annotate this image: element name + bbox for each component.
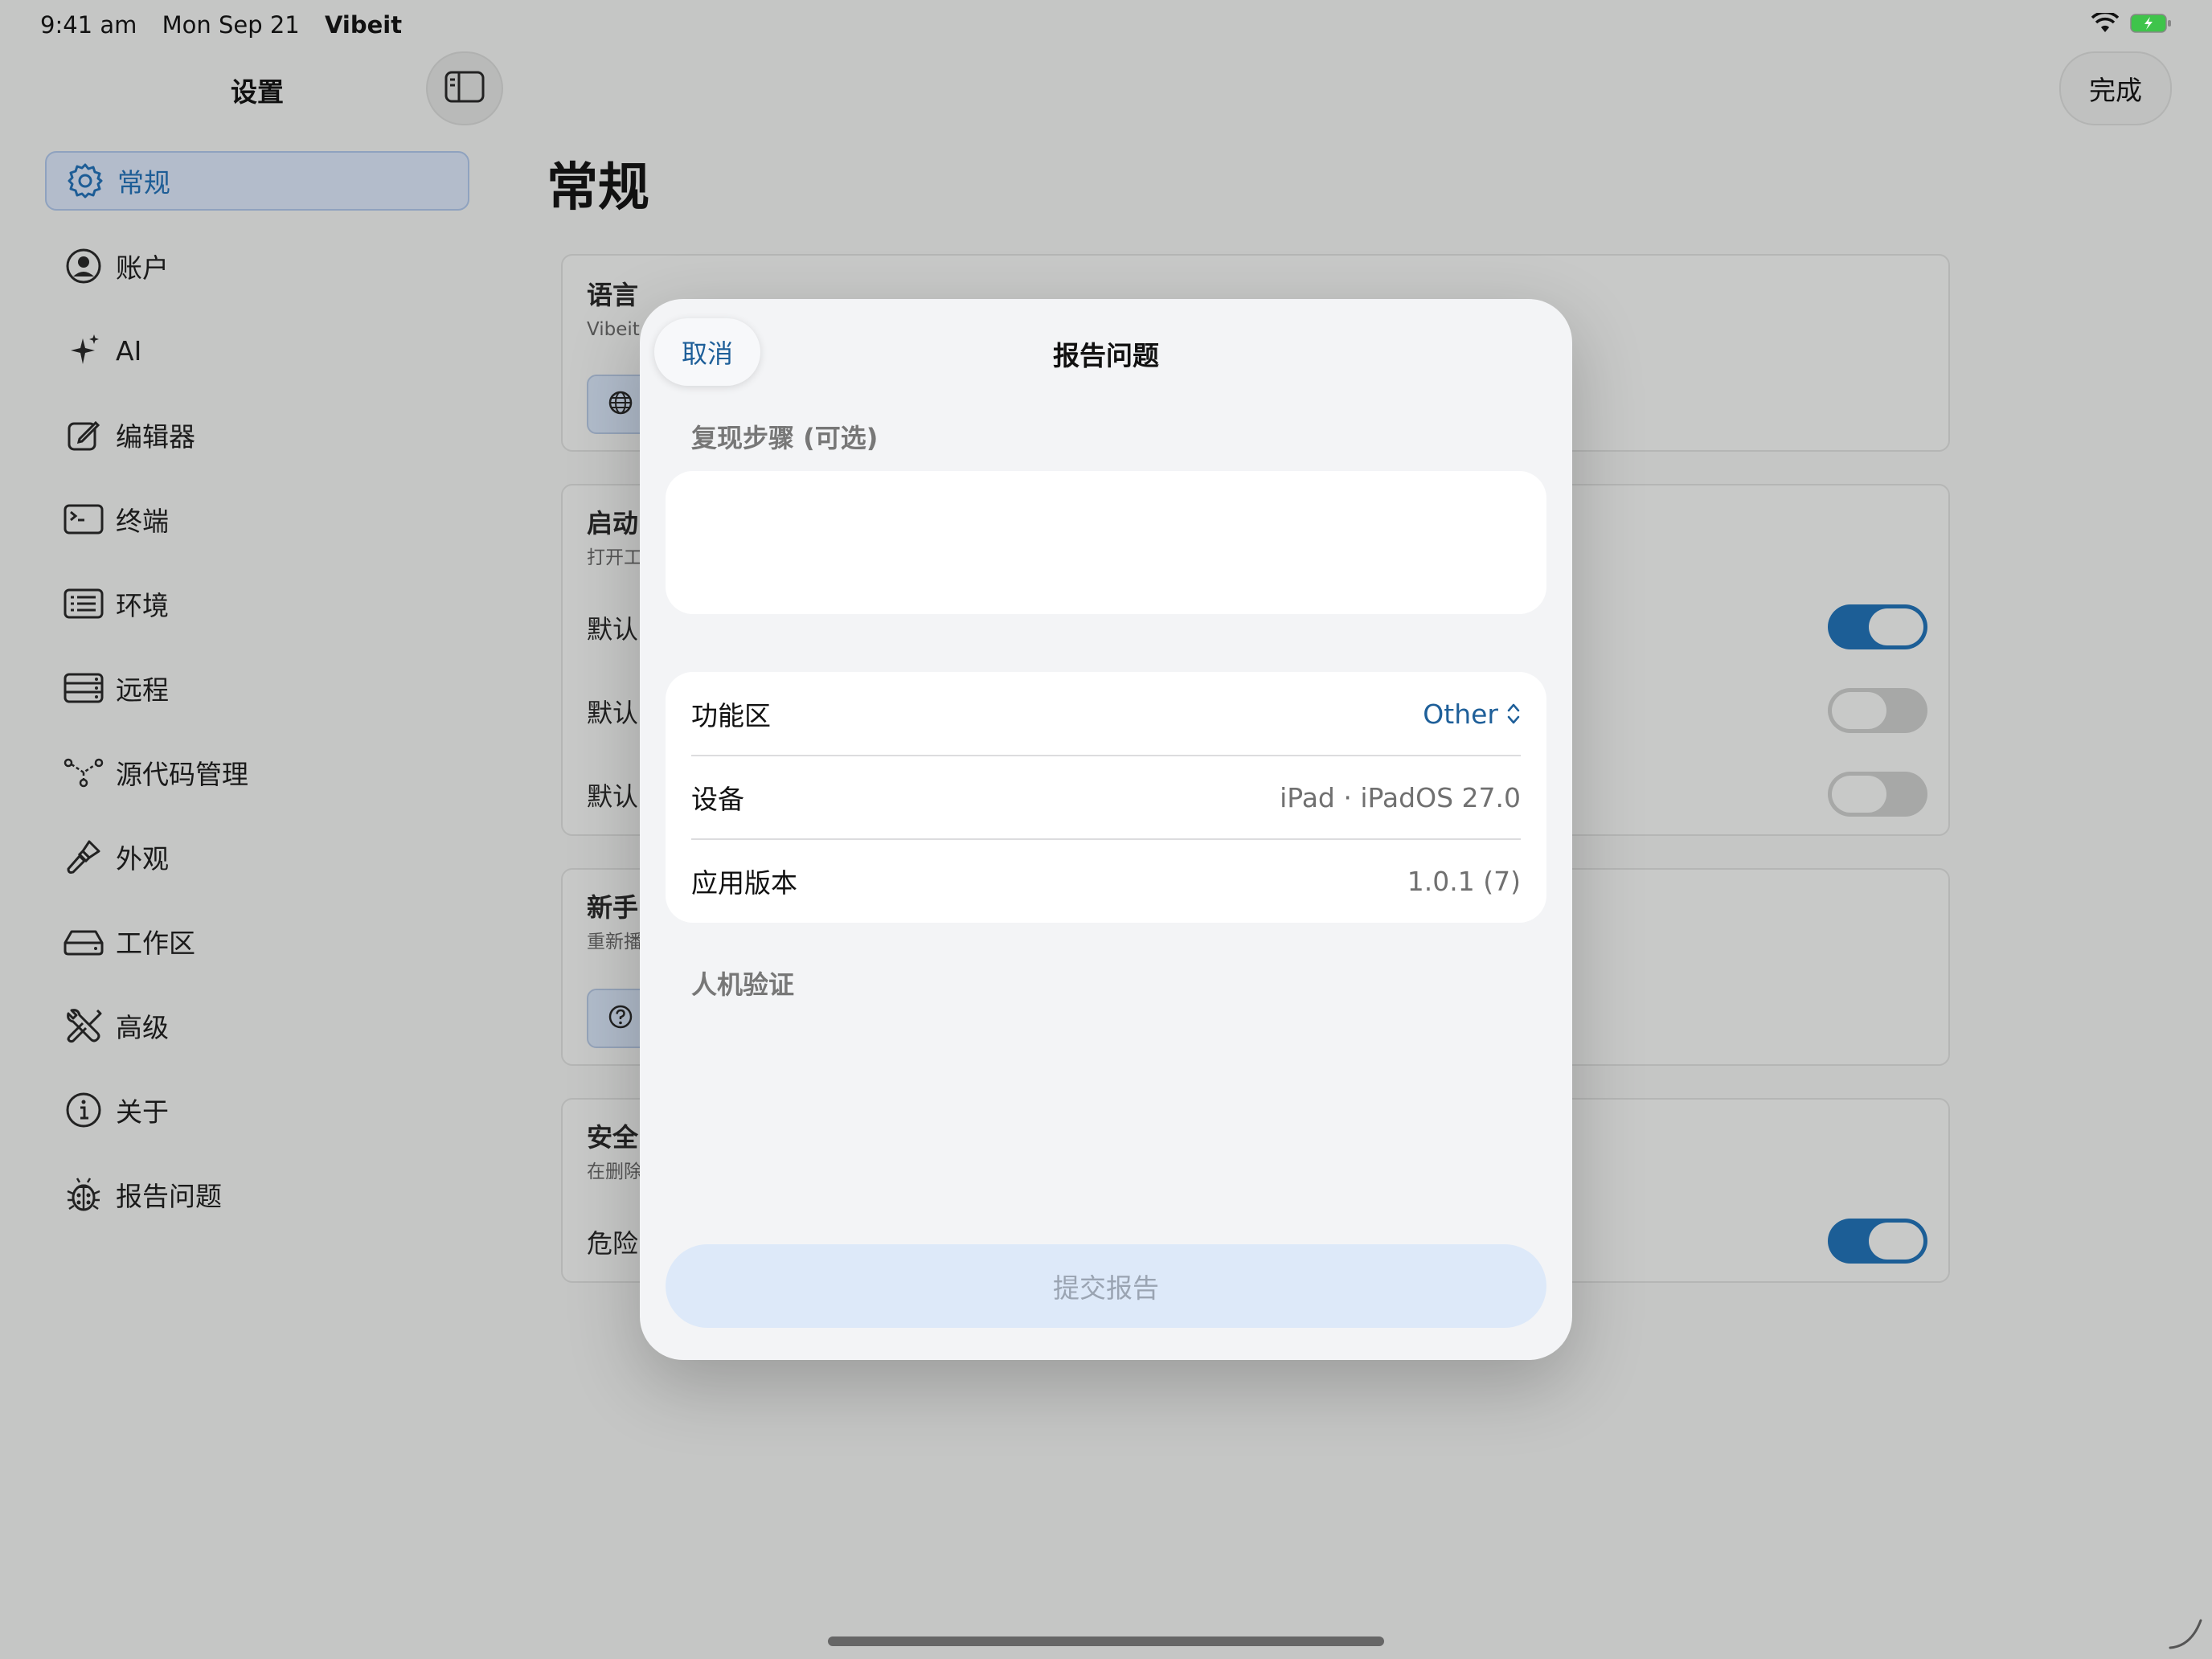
- sidebar-item-editor[interactable]: 编辑器: [45, 406, 469, 464]
- card-heading: 安全: [587, 1122, 639, 1153]
- sidebar-item-about[interactable]: 关于: [45, 1081, 469, 1139]
- feature-area-picker[interactable]: Other: [1423, 698, 1521, 730]
- sidebar-item-label: 账户: [116, 252, 169, 284]
- device-info-group: 功能区 Other 设备 iPad · iPadOS 27.0 应用版本 1.0…: [666, 672, 1546, 923]
- sidebar-item-label: 工作区: [116, 928, 195, 959]
- gear-icon: [63, 158, 108, 203]
- card-heading: 新手: [587, 892, 639, 923]
- report-issue-sheet: 取消 报告问题 复现步骤 (可选) 功能区 Other 设备 iPad · iP…: [640, 299, 1572, 1360]
- row-value: iPad · iPadOS 27.0: [1280, 781, 1521, 813]
- row-key: 应用版本: [691, 867, 797, 899]
- setting-row-label: 默认: [587, 698, 639, 728]
- setting-row-label: 危险: [587, 1228, 639, 1259]
- sidebar-title: 设置: [231, 76, 284, 108]
- toggle-switch[interactable]: [1828, 688, 1927, 733]
- feature-area-row[interactable]: 功能区 Other: [691, 672, 1521, 756]
- person-circle-icon: [61, 244, 106, 289]
- toggle-knob: [1869, 608, 1923, 645]
- steps-section-label: 复现步骤 (可选): [691, 423, 879, 453]
- sidebar-item-workspace[interactable]: 工作区: [45, 912, 469, 970]
- sidebar-item-environment[interactable]: 环境: [45, 575, 469, 633]
- setting-row-label: 默认: [587, 614, 639, 645]
- device-row: 设备 iPad · iPadOS 27.0: [691, 756, 1521, 839]
- status-indicators: [2091, 10, 2172, 37]
- status-time: 9:41 am: [40, 11, 137, 39]
- done-button[interactable]: 完成: [2059, 51, 2172, 125]
- steps-text-field[interactable]: [666, 471, 1546, 614]
- row-key: 功能区: [691, 700, 771, 731]
- app-version-row: 应用版本 1.0.1 (7): [691, 839, 1521, 923]
- sidebar-nav: 常规 账户 AI 编辑器 终端 环境 远程 源代码管理 外观 工作区 高级 关于…: [45, 151, 469, 1250]
- setting-row-label: 默认: [587, 781, 639, 812]
- toggle-knob: [1832, 692, 1886, 729]
- toggle-sidebar-button[interactable]: [426, 51, 503, 125]
- battery-icon: [2130, 13, 2172, 37]
- question-circle-icon: [608, 1004, 633, 1033]
- sidebar-item-advanced[interactable]: 高级: [45, 997, 469, 1055]
- sidebar-item-label: 高级: [116, 1012, 169, 1043]
- ladybug-icon: [61, 1172, 106, 1217]
- card-subtitle: 重新播: [587, 932, 642, 952]
- card-subtitle: 在删除: [587, 1161, 642, 1182]
- resize-corner-icon: [2167, 1617, 2204, 1653]
- sidebar-item-label: 环境: [116, 590, 169, 621]
- sheet-title: 报告问题: [1053, 340, 1159, 371]
- paintbrush-icon: [61, 834, 106, 879]
- row-key: 设备: [691, 784, 744, 815]
- card-subtitle: 打开工: [587, 547, 642, 568]
- toggle-switch[interactable]: [1828, 604, 1927, 649]
- status-bar: 9:41 am Mon Sep 21 Vibeit: [40, 11, 420, 39]
- card-heading: 语言: [587, 280, 639, 310]
- wifi-icon: [2091, 10, 2120, 37]
- sidebar-item-source-control[interactable]: 源代码管理: [45, 743, 469, 801]
- sparkles-icon: [61, 328, 106, 373]
- terminal-icon: [61, 497, 106, 542]
- globe-icon: [608, 390, 633, 419]
- sidebar-item-label: AI: [116, 334, 142, 367]
- home-indicator: [828, 1636, 1384, 1646]
- toggle-switch[interactable]: [1828, 772, 1927, 817]
- captcha-section-label: 人机验证: [691, 969, 795, 1000]
- info-circle-icon: [61, 1088, 106, 1133]
- sidebar-item-remote[interactable]: 远程: [45, 659, 469, 717]
- square-pencil-icon: [61, 412, 106, 457]
- branch-icon: [61, 750, 106, 795]
- sidebar-item-label: 源代码管理: [116, 759, 248, 790]
- chevron-up-down-icon: [1506, 702, 1521, 726]
- status-date: Mon Sep 21: [162, 11, 300, 39]
- list-icon: [61, 581, 106, 626]
- sidebar-item-terminal[interactable]: 终端: [45, 490, 469, 548]
- sidebar-item-account[interactable]: 账户: [45, 237, 469, 295]
- sidebar-item-label: 常规: [117, 167, 170, 199]
- sidebar-item-label: 远程: [116, 674, 169, 706]
- picker-value: Other: [1423, 698, 1498, 730]
- sidebar-item-label: 编辑器: [116, 421, 195, 453]
- row-value: 1.0.1 (7): [1407, 865, 1521, 897]
- sidebar-item-report-issue[interactable]: 报告问题: [45, 1165, 469, 1223]
- card-heading: 启动: [587, 508, 639, 539]
- sidebar-item-label: 外观: [116, 843, 169, 875]
- sidebar-item-general[interactable]: 常规: [45, 151, 469, 211]
- sidebar-item-label: 关于: [116, 1096, 169, 1128]
- toggle-switch[interactable]: [1828, 1219, 1927, 1264]
- sidebar-item-label: 报告问题: [116, 1181, 222, 1212]
- sidebar-icon: [444, 71, 485, 106]
- status-app-name: Vibeit: [324, 11, 403, 39]
- page-title: 常规: [547, 158, 649, 218]
- tools-icon: [61, 1003, 106, 1048]
- sidebar-item-appearance[interactable]: 外观: [45, 828, 469, 886]
- submit-report-button[interactable]: 提交报告: [666, 1244, 1546, 1328]
- server-icon: [61, 666, 106, 711]
- drive-icon: [61, 919, 106, 964]
- sidebar-item-label: 终端: [116, 506, 169, 537]
- toggle-knob: [1869, 1223, 1923, 1260]
- toggle-knob: [1832, 776, 1886, 813]
- sidebar-item-ai[interactable]: AI: [45, 322, 469, 379]
